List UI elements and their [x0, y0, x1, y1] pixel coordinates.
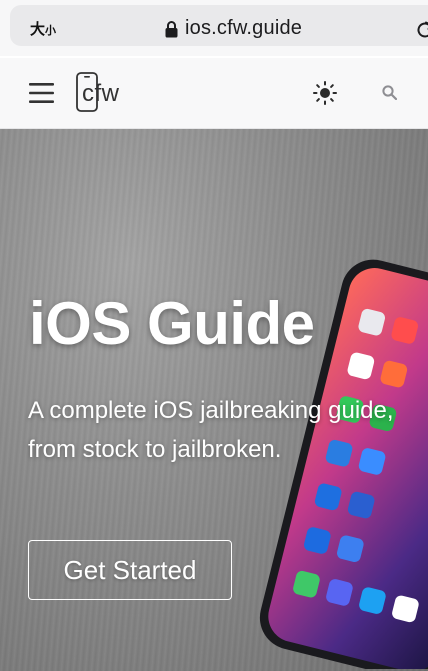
url-text[interactable]: ios.cfw.guide	[185, 17, 302, 40]
address-bar[interactable]: 大小 ios.cfw.guide	[10, 5, 428, 46]
reload-icon[interactable]	[415, 20, 428, 40]
browser-toolbar: 大小 ios.cfw.guide	[0, 0, 428, 56]
site-header: cfw	[0, 58, 428, 129]
hero-section: iOS Guide A complete iOS jailbreaking gu…	[0, 129, 428, 671]
text-size-small-label: 小	[45, 24, 57, 37]
get-started-button[interactable]: Get Started	[28, 540, 232, 600]
logo-text[interactable]: cfw	[82, 80, 120, 108]
text-size-button[interactable]: 大小	[30, 18, 56, 39]
text-size-big-label: 大	[30, 20, 46, 38]
search-icon[interactable]	[382, 85, 397, 100]
menu-icon[interactable]	[29, 82, 54, 104]
sun-icon[interactable]	[313, 81, 337, 105]
hero-title: iOS Guide	[29, 290, 315, 357]
lock-icon	[165, 21, 178, 38]
hero-subtitle: A complete iOS jailbreaking guide, from …	[28, 397, 394, 463]
